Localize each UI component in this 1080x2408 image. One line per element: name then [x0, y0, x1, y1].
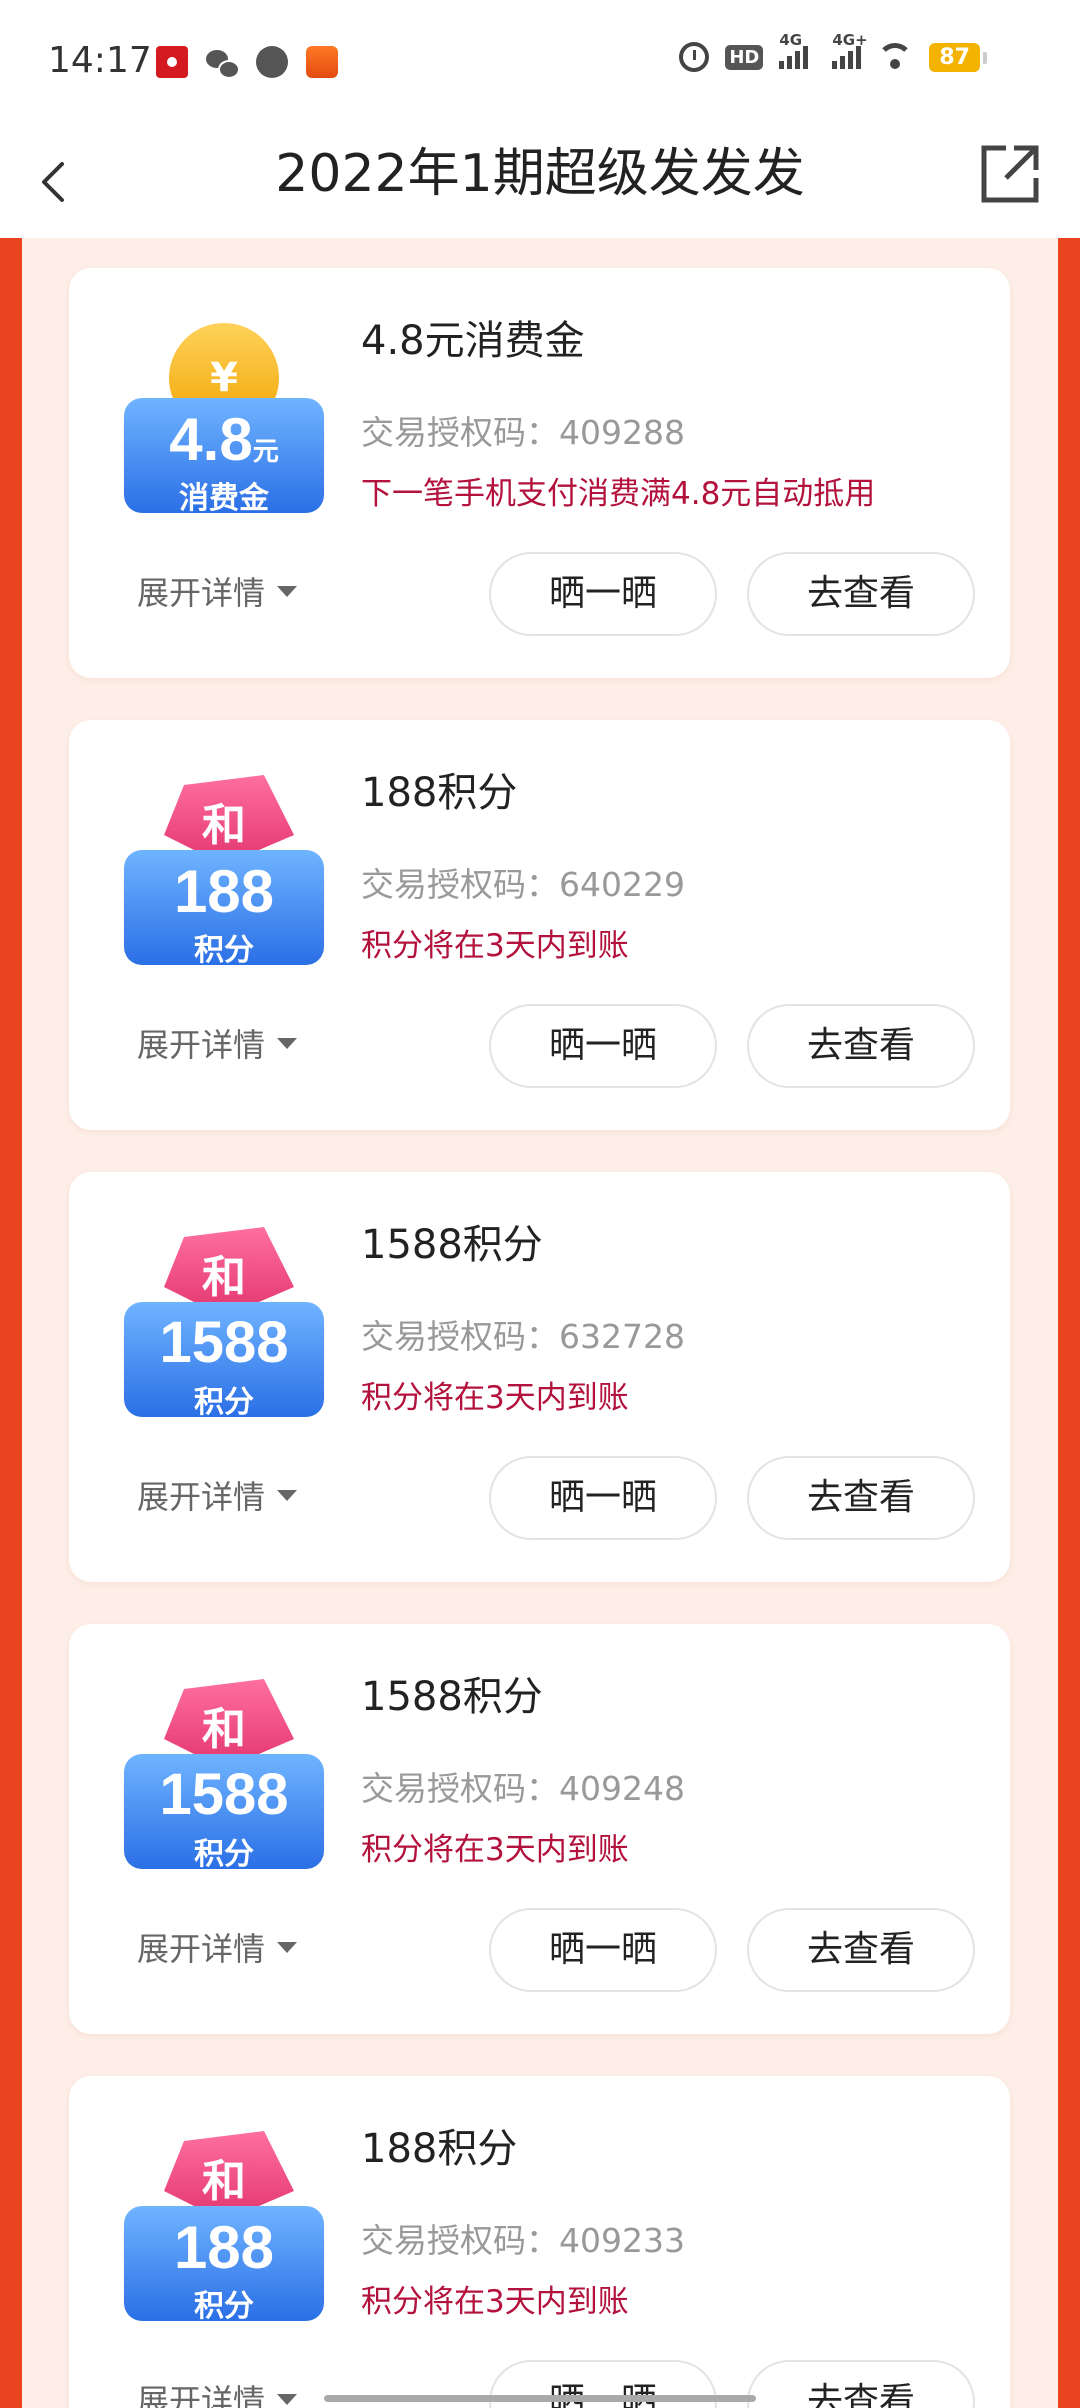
- expand-details-toggle[interactable]: 展开详情: [137, 2376, 298, 2408]
- share-external-icon[interactable]: [980, 144, 1040, 204]
- reward-card: ¥ 4.8元 消费金 4.8元消费金 交易授权码：409288 下一笔手机支付消…: [69, 268, 1010, 678]
- badge-subtitle: 积分: [194, 934, 254, 967]
- view-button[interactable]: 去查看: [747, 552, 975, 636]
- points-badge: 和 188 积分: [124, 775, 324, 967]
- expand-label: 展开详情: [137, 574, 266, 612]
- reward-note: 积分将在3天内到账: [361, 2284, 629, 2320]
- wifi-icon: [877, 43, 914, 71]
- expand-details-toggle[interactable]: 展开详情: [137, 1472, 298, 1518]
- reward-note: 积分将在3天内到账: [361, 1832, 629, 1868]
- share-button[interactable]: 晒一晒: [489, 1004, 717, 1088]
- reward-note: 积分将在3天内到账: [361, 1380, 629, 1416]
- badge-subtitle: 消费金: [179, 482, 269, 515]
- view-button[interactable]: 去查看: [747, 1908, 975, 1992]
- auth-code: 交易授权码：640229: [361, 865, 685, 904]
- points-badge: 和 188 积分: [124, 2131, 324, 2323]
- nav-header: 2022年1期超级发发发: [0, 126, 1080, 238]
- auth-code: 交易授权码：409233: [361, 2221, 685, 2260]
- expand-label: 展开详情: [137, 1930, 266, 1968]
- caret-down-icon: [277, 2393, 298, 2405]
- badge-value: 188: [173, 858, 275, 925]
- auth-code: 交易授权码：409288: [361, 413, 685, 452]
- badge-value: 1588: [159, 1762, 289, 1827]
- share-button[interactable]: 晒一晒: [489, 552, 717, 636]
- status-time: 14:17: [48, 40, 152, 81]
- status-indicators: HD 4G 4G+ 87: [679, 31, 987, 72]
- auth-code: 交易授权码：632728: [361, 1317, 685, 1356]
- caret-down-icon: [277, 1489, 298, 1501]
- reward-title: 188积分: [361, 770, 518, 816]
- expand-details-toggle[interactable]: 展开详情: [137, 1924, 298, 1970]
- alarm-icon: [679, 42, 710, 72]
- caret-down-icon: [277, 1941, 298, 1953]
- expand-label: 展开详情: [137, 1026, 266, 1064]
- share-button[interactable]: 晒一晒: [489, 1908, 717, 1992]
- reward-title: 188积分: [361, 2126, 518, 2172]
- left-decoration-strip: [0, 238, 22, 2408]
- badge-subtitle: 积分: [194, 2290, 254, 2323]
- reward-title: 1588积分: [361, 1674, 543, 1720]
- expand-details-toggle[interactable]: 展开详情: [137, 1020, 298, 1066]
- notification-icons: [156, 46, 338, 79]
- badge-value: 188: [173, 2214, 275, 2281]
- reward-note: 积分将在3天内到账: [361, 928, 629, 964]
- expand-label: 展开详情: [137, 2382, 266, 2408]
- badge-subtitle: 积分: [194, 1386, 254, 1419]
- reward-card: 和 188 积分 188积分 交易授权码：640229 积分将在3天内到账 展开…: [69, 720, 1010, 1130]
- right-decoration-strip: [1058, 238, 1080, 2408]
- badge-value: 1588: [159, 1310, 289, 1375]
- badge-value: 4.8元: [169, 406, 279, 473]
- reward-card: 和 1588 积分 1588积分 交易授权码：632728 积分将在3天内到账 …: [69, 1172, 1010, 1582]
- signal-4g-icon: 4G: [779, 31, 809, 69]
- reward-card: 和 188 积分 188积分 交易授权码：409233 积分将在3天内到账 展开…: [69, 2076, 1010, 2408]
- points-badge: 和 1588 积分: [124, 1227, 324, 1419]
- battery-icon: 87: [929, 42, 987, 72]
- badge-top-char: 和: [202, 1705, 246, 1754]
- badge-subtitle: 积分: [194, 1838, 254, 1871]
- reward-card: 和 1588 积分 1588积分 交易授权码：409248 积分将在3天内到账 …: [69, 1624, 1010, 2034]
- auth-code: 交易授权码：409248: [361, 1769, 685, 1808]
- view-button[interactable]: 去查看: [747, 1004, 975, 1088]
- badge-top-char: 和: [202, 801, 246, 850]
- wechat-icon: [206, 46, 240, 79]
- page-title: 2022年1期超级发发发: [275, 144, 805, 204]
- bank-app-icon: [306, 46, 338, 78]
- message-icon: [256, 46, 288, 78]
- app-notification-icon: [156, 46, 188, 78]
- expand-details-toggle[interactable]: 展开详情: [137, 568, 298, 614]
- view-button[interactable]: 去查看: [747, 1456, 975, 1540]
- reward-list[interactable]: ¥ 4.8元 消费金 4.8元消费金 交易授权码：409288 下一笔手机支付消…: [0, 238, 1080, 2408]
- hd-icon: HD: [725, 44, 764, 70]
- share-button[interactable]: 晒一晒: [489, 1456, 717, 1540]
- reward-note: 下一笔手机支付消费满4.8元自动抵用: [361, 476, 876, 512]
- consumption-gold-badge: ¥ 4.8元 消费金: [124, 323, 324, 515]
- points-badge: 和 1588 积分: [124, 1679, 324, 1871]
- signal-4g-plus-icon: 4G+: [832, 31, 868, 69]
- home-indicator[interactable]: [324, 2395, 756, 2402]
- reward-title: 4.8元消费金: [361, 318, 585, 364]
- badge-top-char: 和: [202, 1253, 246, 1302]
- view-button[interactable]: 去查看: [747, 2360, 975, 2408]
- expand-label: 展开详情: [137, 1478, 266, 1516]
- badge-top-char: 和: [202, 2157, 246, 2206]
- caret-down-icon: [277, 585, 298, 597]
- svg-text:¥: ¥: [210, 355, 238, 401]
- status-bar: 14:17 HD 4G 4G+ 87: [0, 0, 1080, 126]
- caret-down-icon: [277, 1037, 298, 1049]
- reward-title: 1588积分: [361, 1222, 543, 1268]
- back-arrow-icon[interactable]: [36, 160, 72, 204]
